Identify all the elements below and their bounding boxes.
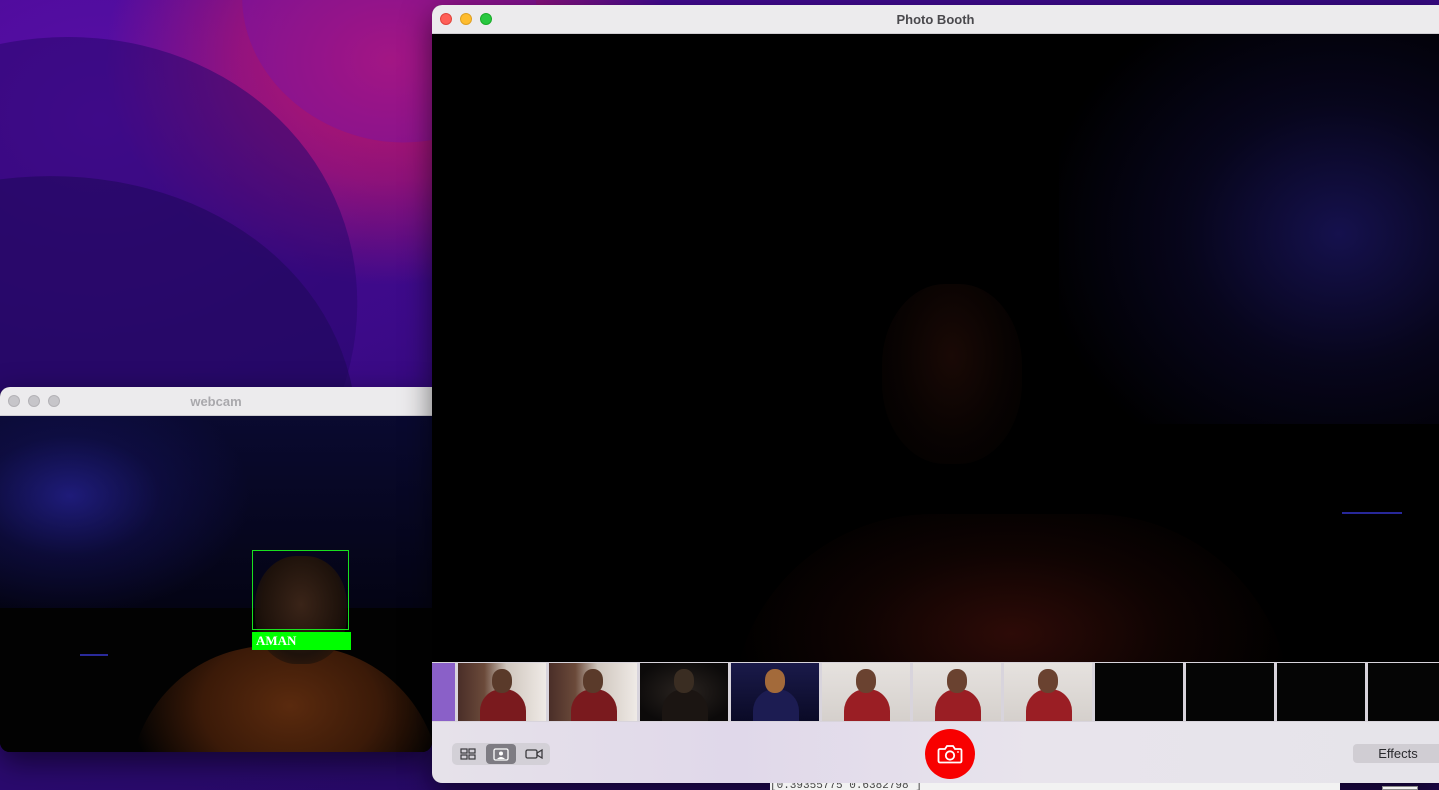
webcam-window: webcam AMAN <box>0 387 432 752</box>
terminal-output-sliver: [0.39355775 0.6382798 ] <box>770 783 1340 790</box>
photo-thumbnail[interactable] <box>549 663 637 721</box>
photo-thumbnail[interactable] <box>640 663 728 721</box>
thumbnail-person <box>1026 689 1072 721</box>
photo-thumbnail[interactable] <box>1186 663 1274 721</box>
background-light <box>1059 34 1439 424</box>
photo-view-icon <box>493 747 509 761</box>
thumbnail-head <box>1038 669 1058 693</box>
photo-thumbnail[interactable] <box>1368 663 1439 721</box>
photo-thumbnail[interactable] <box>1095 663 1183 721</box>
thumbnail-person <box>844 689 890 721</box>
photo-booth-titlebar[interactable]: Photo Booth <box>432 5 1439 34</box>
thumbnail-head <box>947 669 967 693</box>
grid-view-icon <box>460 748 476 760</box>
take-photo-button[interactable] <box>925 729 975 779</box>
effects-button[interactable]: Effects <box>1353 744 1439 763</box>
photo-thumbnail[interactable] <box>432 663 455 721</box>
video-view-button[interactable] <box>518 744 549 764</box>
photo-thumbnail[interactable] <box>913 663 1001 721</box>
grid-view-button[interactable] <box>453 744 484 764</box>
thumbnail-person <box>753 689 799 721</box>
thumbnail-person <box>480 689 526 721</box>
person-face <box>882 284 1022 464</box>
thumbnail-head <box>674 669 694 693</box>
thumbnail-person <box>935 689 981 721</box>
photo-thumbnail[interactable] <box>731 663 819 721</box>
thumbnail-head <box>492 669 512 693</box>
camera-icon <box>937 745 963 764</box>
light-streak <box>1342 512 1402 514</box>
photo-thumbnail[interactable] <box>1004 663 1092 721</box>
thumbnail-head <box>583 669 603 693</box>
camera-preview <box>432 34 1439 662</box>
photo-filmstrip[interactable] <box>432 662 1439 722</box>
photo-view-button[interactable] <box>485 744 517 764</box>
window-title: webcam <box>190 393 242 409</box>
webcam-video-feed: AMAN <box>0 416 432 752</box>
light-streak <box>80 654 108 656</box>
view-mode-toggle <box>452 743 550 765</box>
photo-thumbnail[interactable] <box>822 663 910 721</box>
person-body <box>732 514 1292 662</box>
thumbnail-person <box>662 689 708 721</box>
background-light <box>0 416 432 608</box>
webcam-titlebar[interactable]: webcam <box>0 387 432 416</box>
window-title: Photo Booth <box>896 11 975 27</box>
face-recognition-label: AMAN <box>252 632 351 650</box>
photo-thumbnail[interactable] <box>1277 663 1365 721</box>
photo-booth-toolbar: Effects <box>432 722 1439 783</box>
photo-booth-window: Photo Booth Effects <box>432 5 1439 783</box>
thumbnail-head <box>856 669 876 693</box>
face-detection-box <box>252 550 349 630</box>
thumbnail-person <box>571 689 617 721</box>
photo-thumbnail[interactable] <box>458 663 546 721</box>
background-window-fragment <box>1382 786 1418 790</box>
video-view-icon <box>525 748 543 760</box>
thumbnail-head <box>765 669 785 693</box>
